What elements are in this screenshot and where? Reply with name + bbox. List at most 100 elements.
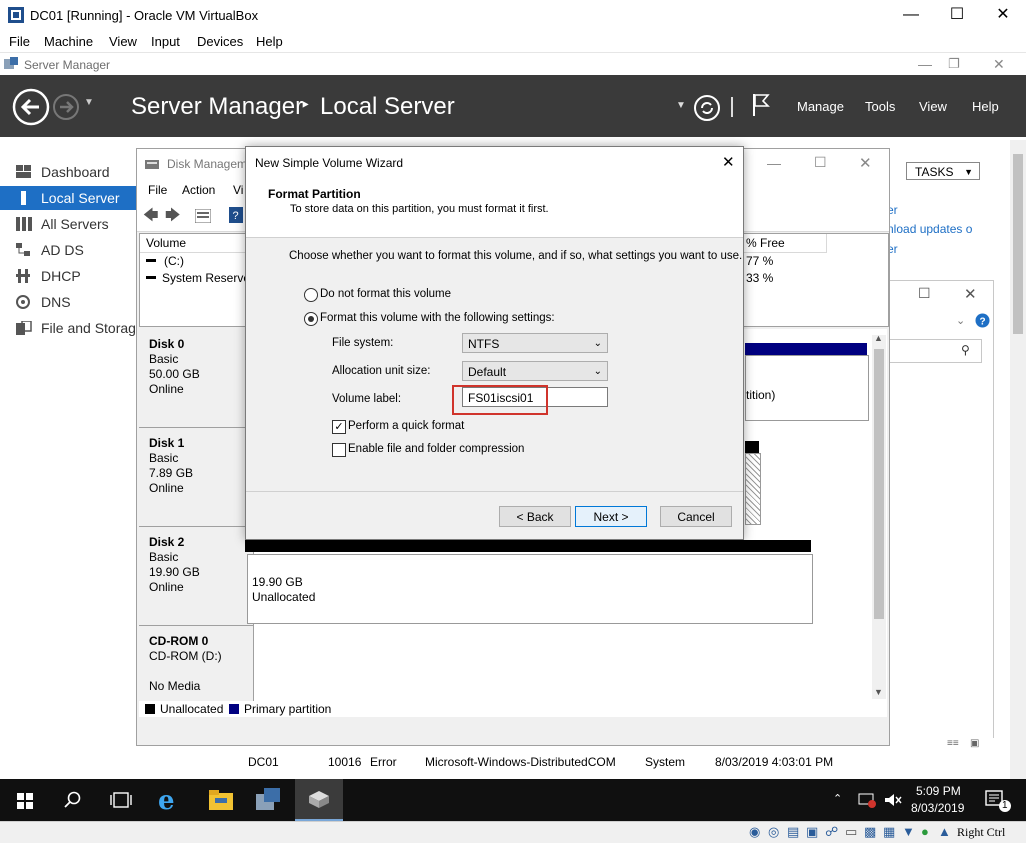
task-view-icon[interactable]: [110, 792, 132, 808]
start-button-icon[interactable]: [17, 793, 33, 809]
file-system-select[interactable]: NTFS ⌄: [462, 333, 608, 353]
dm-close-button[interactable]: ✕: [859, 154, 872, 172]
forward-arrow-icon[interactable]: [52, 93, 80, 121]
compression-label[interactable]: Enable file and folder compression: [348, 443, 524, 455]
next-button[interactable]: Next >: [575, 506, 647, 527]
server-manager-taskbar-icon[interactable]: [256, 788, 282, 812]
guest-additions-status-icon[interactable]: ●: [921, 824, 929, 839]
nav-file-storage[interactable]: File and Storage: [0, 316, 144, 340]
dm-back-icon[interactable]: 🡄: [143, 205, 159, 230]
event-log: System: [645, 755, 686, 769]
event-row[interactable]: DC01 10016 Error Microsoft-Windows-Distr…: [210, 750, 1010, 776]
disk1-partition[interactable]: [745, 453, 761, 525]
tray-network-error-icon[interactable]: [858, 792, 876, 808]
col-volume[interactable]: Volume: [140, 234, 247, 253]
bg-link-2[interactable]: nload updates o: [887, 222, 972, 236]
cancel-button[interactable]: Cancel: [660, 506, 732, 527]
scroll-down-icon[interactable]: ▼: [874, 687, 883, 697]
network-status-icon[interactable]: ▣: [806, 824, 818, 840]
back-arrow-icon[interactable]: [12, 88, 50, 126]
sm-close-button[interactable]: ✕: [993, 56, 1005, 73]
sm-scrollbar[interactable]: [1010, 140, 1026, 780]
refresh-dropdown-icon[interactable]: ▼: [676, 100, 686, 111]
radio-format-label[interactable]: Format this volume with the following se…: [320, 312, 555, 324]
nav-local-server[interactable]: Local Server: [0, 186, 137, 210]
dm-help-icon[interactable]: ?: [229, 207, 243, 223]
shared-folders-status-icon[interactable]: ▭: [845, 824, 857, 840]
dm-minimize-button[interactable]: —: [767, 155, 781, 171]
nav-ad-ds[interactable]: AD DS: [0, 238, 137, 262]
radio-format[interactable]: [304, 312, 318, 326]
nav-all-servers[interactable]: All Servers: [0, 212, 137, 236]
disk2-unallocated-partition[interactable]: 19.90 GB Unallocated: [247, 554, 813, 624]
dm-menu-file[interactable]: File: [148, 183, 167, 197]
menu-view[interactable]: View: [109, 34, 137, 49]
minimize-button[interactable]: —: [888, 0, 934, 30]
vt-status-icon[interactable]: ▼: [902, 824, 915, 839]
menu-machine[interactable]: Machine: [44, 34, 93, 49]
compression-checkbox[interactable]: [332, 443, 346, 457]
tasks-button[interactable]: TASKS ▼: [906, 162, 980, 180]
menu-input[interactable]: Input: [151, 34, 180, 49]
internet-explorer-icon[interactable]: e: [158, 788, 186, 814]
dm-properties-icon[interactable]: [195, 209, 211, 223]
dm-menu-view[interactable]: Vi: [233, 183, 243, 197]
notifications-flag-icon[interactable]: [750, 92, 772, 118]
view-details-icon[interactable]: ≡≡: [947, 738, 959, 749]
allocation-unit-select[interactable]: Default ⌄: [462, 361, 608, 381]
taskbar-active-app[interactable]: [295, 779, 343, 821]
dm-maximize-button[interactable]: ☐: [814, 154, 827, 171]
sm-minimize-button[interactable]: —: [918, 56, 932, 72]
menu-tools[interactable]: Tools: [865, 99, 895, 114]
disk-2-label[interactable]: Disk 2 Basic 19.90 GB Online: [139, 527, 254, 626]
menu-devices[interactable]: Devices: [197, 34, 243, 49]
quick-format-label[interactable]: Perform a quick format: [348, 420, 464, 432]
nav-dns[interactable]: DNS: [0, 290, 137, 314]
radio-do-not-format[interactable]: [304, 288, 318, 302]
bg-close-button[interactable]: ✕: [964, 285, 977, 303]
menu-help[interactable]: Help: [256, 34, 283, 49]
file-explorer-icon[interactable]: [209, 789, 233, 811]
dm-forward-icon[interactable]: 🡆: [165, 205, 181, 230]
help-icon[interactable]: ?: [975, 313, 990, 328]
maximize-button[interactable]: ☐: [934, 0, 980, 30]
bg-maximize-button[interactable]: ☐: [918, 285, 931, 302]
close-button[interactable]: ✕: [980, 0, 1026, 30]
display-status-icon[interactable]: ▩: [864, 824, 876, 840]
history-dropdown-icon[interactable]: ▼: [84, 97, 94, 108]
menu-sm-view[interactable]: View: [919, 99, 947, 114]
quick-format-checkbox[interactable]: ✓: [332, 420, 346, 434]
col-free[interactable]: % Free: [740, 234, 827, 253]
disk-1-label[interactable]: Disk 1 Basic 7.89 GB Online: [139, 428, 254, 527]
clock-time[interactable]: 5:09 PM: [916, 784, 961, 798]
tray-volume-muted-icon[interactable]: [884, 793, 902, 807]
sm-restore-button[interactable]: ❐: [948, 56, 960, 72]
search-icon[interactable]: [64, 791, 82, 809]
menu-manage[interactable]: Manage: [797, 99, 844, 114]
nav-dashboard[interactable]: Dashboard: [0, 160, 137, 184]
disk-0-label[interactable]: Disk 0 Basic 50.00 GB Online: [139, 329, 254, 428]
breadcrumb-root[interactable]: Server Manager: [131, 93, 303, 121]
bg-collapse-icon[interactable]: ⌄: [956, 314, 965, 327]
audio-status-icon[interactable]: ▤: [787, 824, 799, 840]
scroll-up-icon[interactable]: ▲: [874, 333, 883, 343]
clock-date[interactable]: 8/03/2019: [911, 801, 964, 815]
menu-file[interactable]: File: [9, 34, 30, 49]
disk0-partition[interactable]: tition): [745, 355, 869, 421]
recording-status-icon[interactable]: ▦: [883, 824, 895, 840]
refresh-icon[interactable]: [693, 94, 721, 122]
radio-do-not-format-label[interactable]: Do not format this volume: [320, 288, 451, 300]
usb-status-icon[interactable]: ☍: [825, 824, 838, 840]
bg-search-icon[interactable]: ⚲: [961, 343, 970, 357]
mouse-integration-status-icon[interactable]: ▲: [938, 824, 951, 839]
back-button[interactable]: < Back: [499, 506, 571, 527]
dm-menu-action[interactable]: Action: [182, 183, 215, 197]
menu-sm-help[interactable]: Help: [972, 99, 999, 114]
nav-dhcp[interactable]: DHCP: [0, 264, 137, 288]
optical-status-icon[interactable]: ◎: [768, 824, 779, 840]
disk-map-scrollbar[interactable]: ▲ ▼: [872, 333, 886, 699]
hdd-status-icon[interactable]: ◉: [749, 824, 760, 840]
view-preview-icon[interactable]: ▣: [970, 738, 979, 749]
tray-expand-icon[interactable]: ⌃: [833, 792, 842, 805]
wizard-close-button[interactable]: ✕: [722, 153, 735, 171]
